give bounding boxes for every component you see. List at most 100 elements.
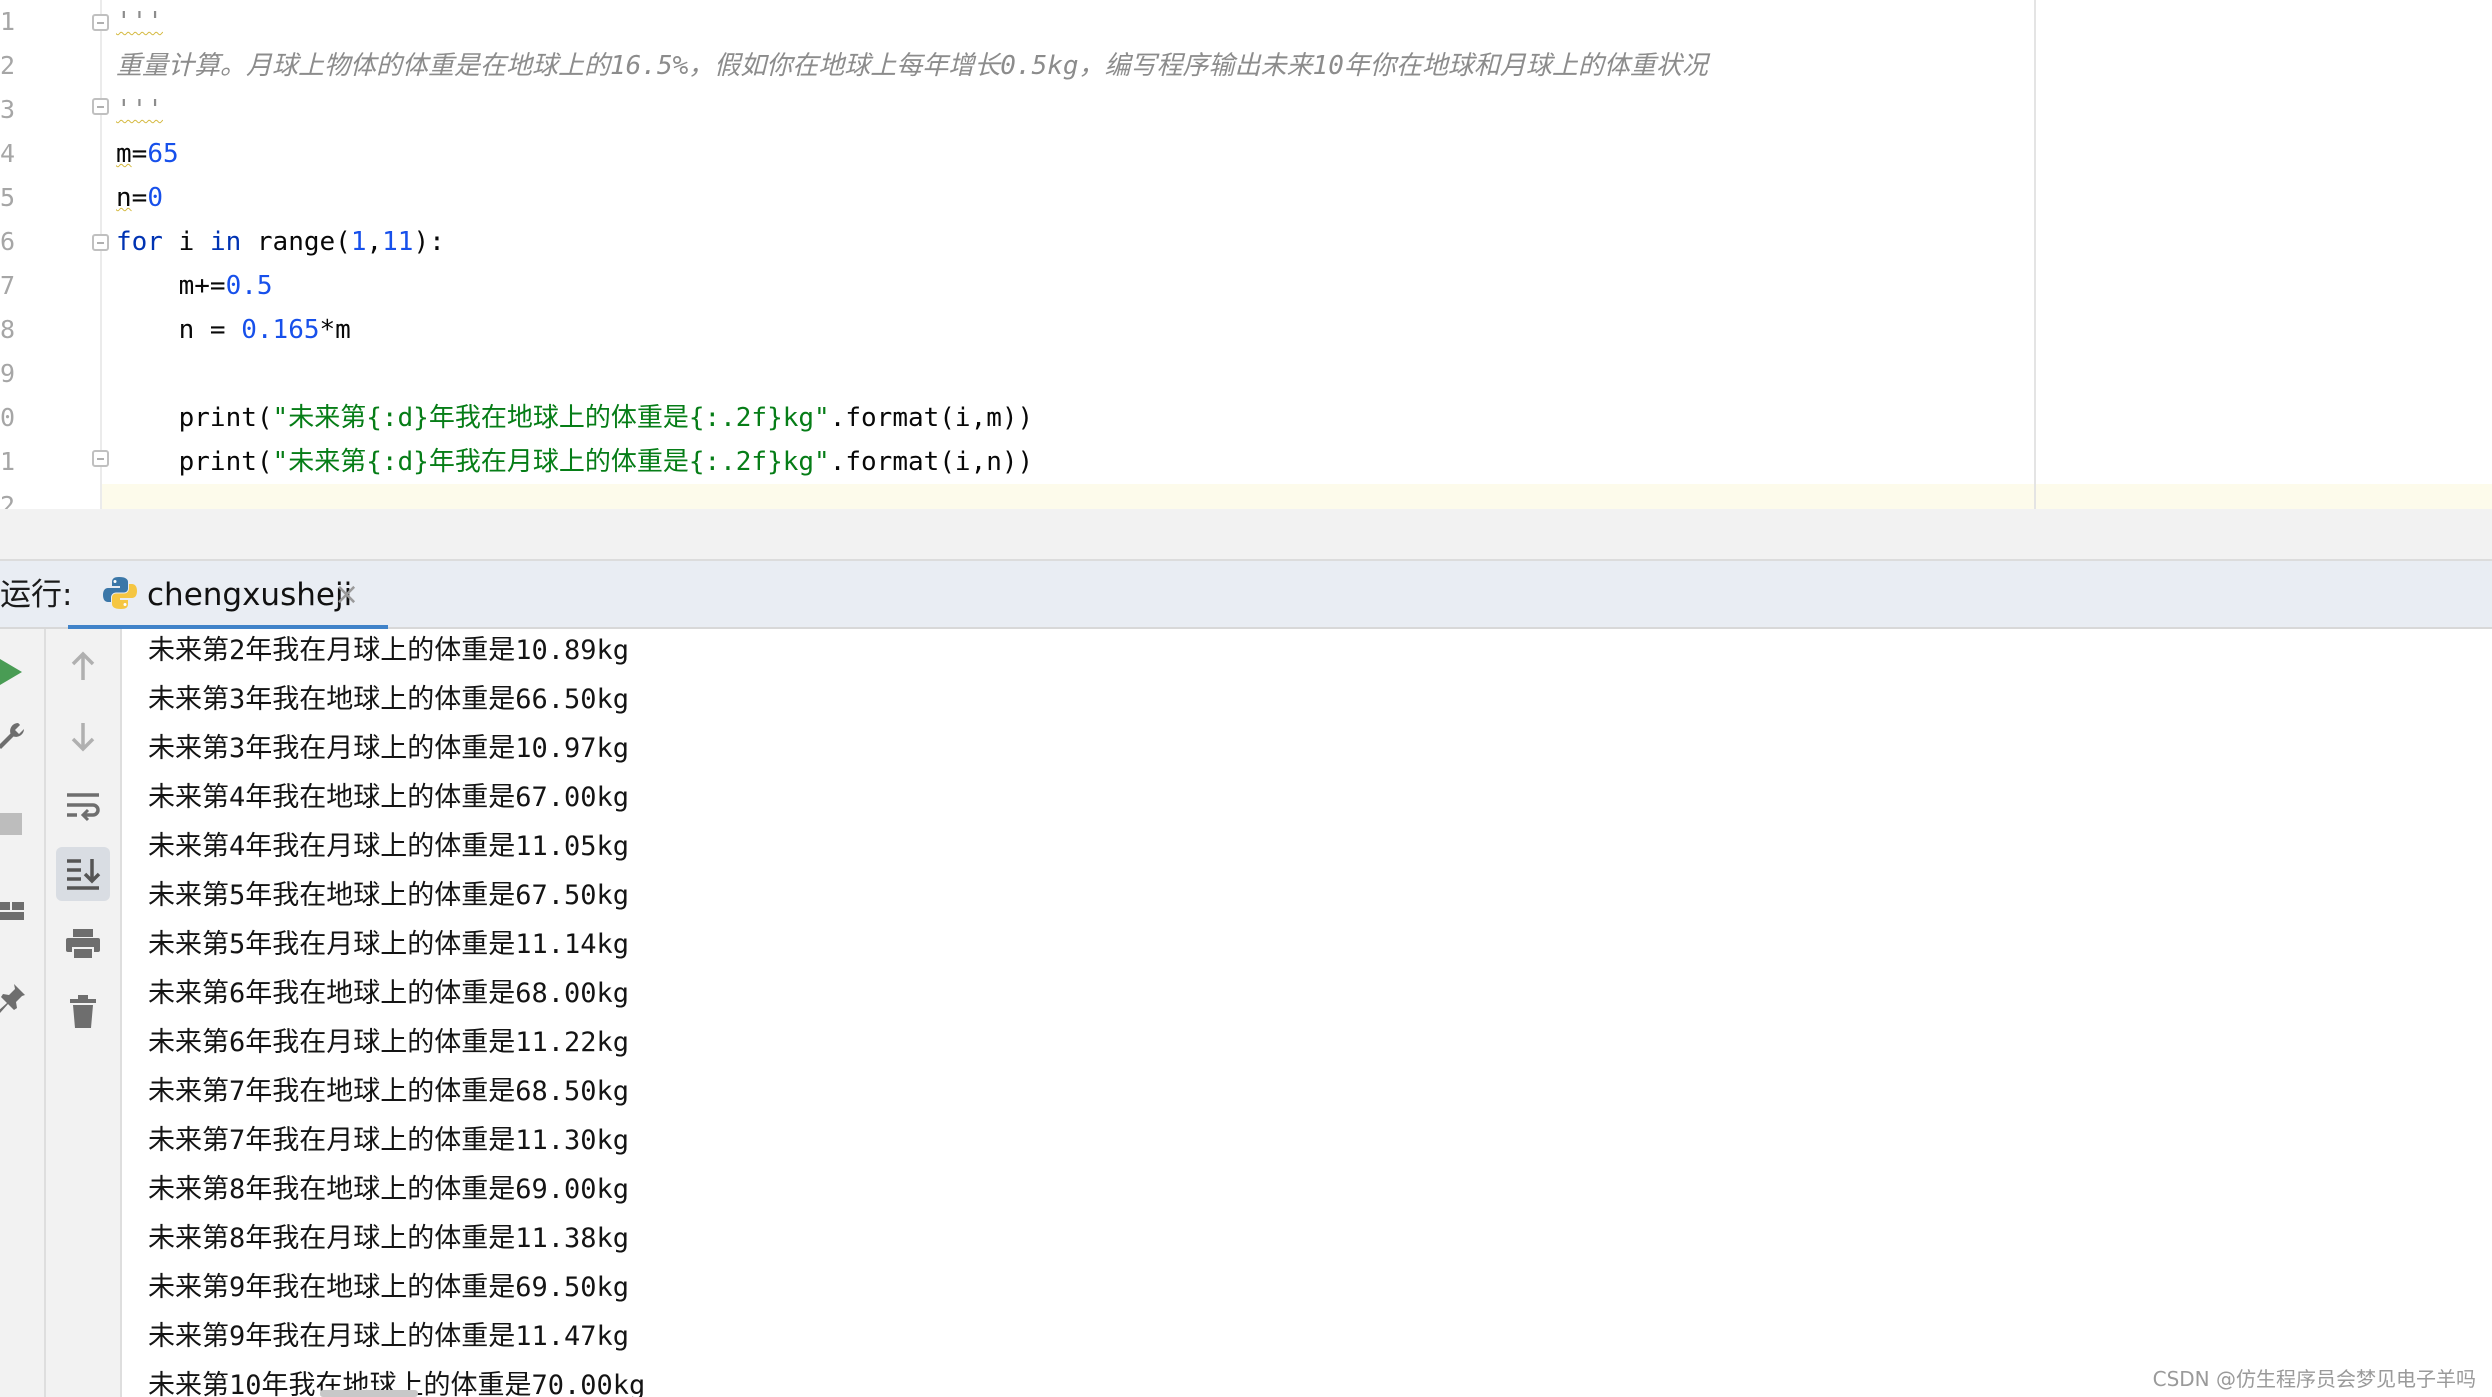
console-line: 未来第5年我在地球上的体重是67.50kg <box>148 880 630 911</box>
code-token: print( <box>116 403 273 433</box>
code-token: = <box>131 183 148 213</box>
code-token: = <box>131 139 148 169</box>
gutter-divider <box>100 0 102 509</box>
fold-marker-icon[interactable] <box>92 450 109 467</box>
layout-button[interactable] <box>0 884 38 938</box>
run-panel-label: 运行: <box>0 577 73 613</box>
line-number: 1 <box>0 7 16 36</box>
code-token: for <box>116 227 163 257</box>
edit-config-button[interactable] <box>0 709 38 763</box>
code-line: print("未来第{:d}年我在地球上的体重是{:.2f}kg".format… <box>116 396 1034 440</box>
console-toolbar <box>46 629 122 1397</box>
line-number: 2 <box>0 491 16 509</box>
wrench-icon <box>0 723 24 749</box>
code-token: 11 <box>382 227 414 257</box>
scroll-to-end-icon <box>67 859 101 890</box>
next-occurrence-button[interactable] <box>56 709 110 763</box>
close-icon[interactable]: × <box>334 577 359 613</box>
code-token: i <box>162 227 210 257</box>
code-token: .format(i,n)) <box>829 447 1034 477</box>
console-line: 未来第9年我在地球上的体重是69.50kg <box>148 1272 630 1303</box>
right-margin-guide <box>2034 0 2036 509</box>
line-number: 8 <box>0 315 16 344</box>
console-line: 未来第2年我在月球上的体重是10.89kg <box>148 635 630 666</box>
console-line: 未来第3年我在月球上的体重是10.97kg <box>148 733 630 764</box>
code-line: ''' <box>116 0 163 44</box>
console-line: 未来第4年我在月球上的体重是11.05kg <box>148 831 630 862</box>
line-number: 0 <box>0 403 16 432</box>
console-line: 未来第7年我在月球上的体重是11.30kg <box>148 1125 630 1156</box>
code-token: *m <box>319 315 351 345</box>
code-line: m=65 <box>116 132 179 176</box>
code-token: "未来第{:d}年我在月球上的体重是{:.2f}kg" <box>272 447 830 477</box>
code-token: ): <box>413 227 445 257</box>
console-line: 未来第8年我在月球上的体重是11.38kg <box>148 1223 630 1254</box>
code-token: 重量计算。月球上物体的体重是在地球上的16.5%，假如你在地球上每年增长0.5k… <box>116 51 1708 81</box>
code-token: m+= <box>116 271 226 301</box>
scroll-to-end-button[interactable] <box>56 847 110 901</box>
trash-icon <box>70 995 96 1028</box>
previous-occurrence-button[interactable] <box>56 640 110 694</box>
clear-all-button[interactable] <box>56 985 110 1039</box>
console-line: 未来第8年我在地球上的体重是69.00kg <box>148 1174 630 1205</box>
code-token: 0 <box>147 183 163 213</box>
code-token: m <box>116 139 132 169</box>
arrow-down-icon <box>71 723 95 752</box>
line-number: 1 <box>0 447 16 476</box>
code-line: ''' <box>116 88 163 132</box>
code-token: 0.165 <box>241 315 320 345</box>
python-icon <box>103 577 137 609</box>
line-number: 2 <box>0 51 16 80</box>
code-line: n=0 <box>116 176 163 220</box>
line-number: 3 <box>0 95 16 124</box>
code-token: in <box>209 227 242 257</box>
code-line: for i in range(1,11): <box>116 220 445 264</box>
console-line: 未来第6年我在月球上的体重是11.22kg <box>148 1027 630 1058</box>
code-token: ''' <box>116 95 163 125</box>
watermark: CSDN @仿生程序员会梦见电子羊吗 <box>2152 1367 2476 1391</box>
console-line: 未来第3年我在地球上的体重是66.50kg <box>148 684 630 715</box>
line-number: 5 <box>0 183 16 212</box>
print-icon <box>66 929 100 960</box>
print-button[interactable] <box>56 917 110 971</box>
panel-splitter[interactable] <box>0 509 2492 561</box>
pin-icon <box>0 984 25 1013</box>
code-token: print( <box>116 447 273 477</box>
soft-wrap-icon <box>67 793 100 822</box>
code-line: m+=0.5 <box>116 264 273 308</box>
stop-icon <box>0 813 22 835</box>
line-number: 6 <box>0 227 16 256</box>
code-line: print("未来第{:d}年我在月球上的体重是{:.2f}kg".format… <box>116 440 1034 484</box>
line-number: 9 <box>0 359 16 388</box>
code-token: 1 <box>350 227 367 257</box>
horizontal-scrollbar[interactable] <box>320 1390 418 1397</box>
console-line: 未来第5年我在月球上的体重是11.14kg <box>148 929 630 960</box>
layout-icon <box>0 902 24 920</box>
rerun-button[interactable] <box>0 645 38 699</box>
code-token: , <box>366 227 383 257</box>
tab-label: chengxusheji <box>147 577 353 613</box>
code-token: n = <box>116 315 242 345</box>
tab-run-config[interactable]: chengxusheji × <box>68 561 388 629</box>
fold-marker-icon[interactable] <box>92 14 109 31</box>
stop-button[interactable] <box>0 797 38 851</box>
run-left-toolbar <box>0 629 46 1397</box>
soft-wrap-button[interactable] <box>56 779 110 833</box>
arrow-up-icon <box>71 651 95 680</box>
console-output[interactable]: 未来第2年我在月球上的体重是10.89kg 未来第3年我在地球上的体重是66.50… <box>122 629 2492 1397</box>
fold-marker-icon[interactable] <box>92 234 109 251</box>
pin-tab-button[interactable] <box>0 971 38 1025</box>
code-token: range( <box>241 227 351 257</box>
fold-marker-icon[interactable] <box>92 98 109 115</box>
code-token: ''' <box>116 7 163 37</box>
line-gutter <box>0 0 100 509</box>
code-line: n = 0.165*m <box>116 308 351 352</box>
code-token: 0.5 <box>225 271 273 301</box>
code-line: 重量计算。月球上物体的体重是在地球上的16.5%，假如你在地球上每年增长0.5k… <box>116 44 1708 88</box>
console-line: 未来第4年我在地球上的体重是67.00kg <box>148 782 630 813</box>
console-line: 未来第9年我在月球上的体重是11.47kg <box>148 1321 630 1352</box>
run-icon <box>0 659 22 685</box>
code-editor[interactable]: ''' 重量计算。月球上物体的体重是在地球上的16.5%，假如你在地球上每年增长0… <box>0 0 2492 509</box>
line-number: 4 <box>0 139 16 168</box>
run-panel-header: 运行: chengxusheji × <box>0 561 2492 629</box>
